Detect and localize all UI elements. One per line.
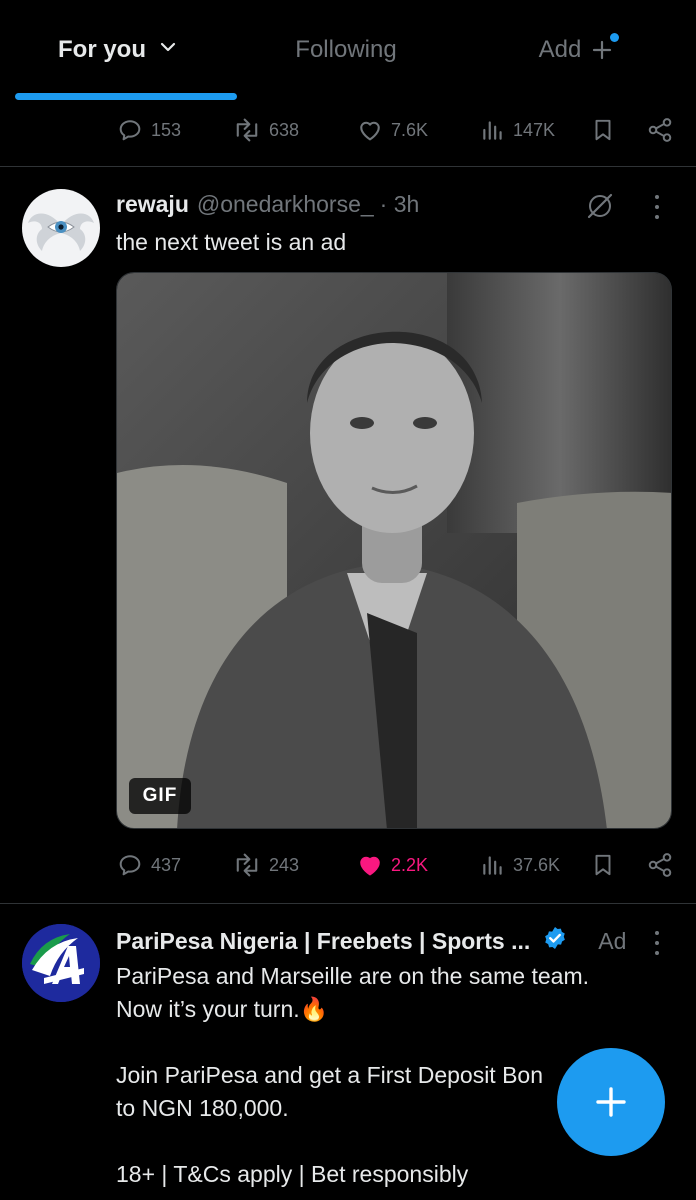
repost-icon: [236, 118, 258, 142]
ad-text-line-4: to NGN 180,000.: [116, 1095, 289, 1121]
ad-text-line-1: PariPesa and Marseille are on the same t…: [116, 963, 590, 989]
grok-icon[interactable]: [584, 190, 616, 222]
views-button[interactable]: 37.6K: [480, 851, 590, 879]
avatar[interactable]: [22, 189, 100, 267]
author-handle[interactable]: @onedarkhorse_: [197, 191, 374, 218]
reply-count: 437: [151, 854, 182, 875]
reply-icon: [119, 855, 141, 876]
tweet-header: rewaju @onedarkhorse_ · 3h: [116, 188, 419, 220]
ad-text-line-3: Join PariPesa and get a First Deposit Bo…: [116, 1062, 544, 1088]
views-count: 37.6K: [513, 854, 561, 875]
views-button[interactable]: 147K: [480, 116, 590, 144]
reply-icon: [119, 120, 141, 141]
reply-button[interactable]: 437: [116, 851, 232, 879]
views-count: 147K: [513, 119, 556, 140]
reply-button[interactable]: 153: [116, 116, 232, 144]
tweet-actions: 437 243 2.2K 37.6K: [116, 845, 676, 885]
bookmark-icon: [595, 119, 611, 141]
repost-count: 243: [269, 854, 300, 875]
repost-button[interactable]: 243: [232, 851, 356, 879]
timeline-tabs: For you Following Add: [0, 0, 696, 100]
repost-button[interactable]: 638: [232, 116, 356, 144]
more-icon[interactable]: [647, 192, 667, 222]
views-icon: [483, 121, 502, 140]
tab-add-label: Add: [538, 36, 582, 63]
repost-icon: [236, 853, 258, 877]
tab-following[interactable]: Following: [236, 0, 456, 100]
repost-count: 638: [269, 119, 300, 140]
notification-dot: [610, 33, 620, 42]
ad-label: Ad: [598, 927, 627, 954]
share-icon: [648, 853, 672, 877]
tweet-text: the next tweet is an ad: [116, 229, 347, 255]
chevron-down-icon[interactable]: [158, 36, 178, 64]
verified-icon: [542, 925, 568, 957]
tweet-media-gif[interactable]: GIF: [116, 272, 672, 829]
plus-icon: [591, 33, 620, 61]
ad-text-line-5: 18+ | T&Cs apply | Bet responsibly: [116, 1161, 469, 1187]
bookmark-icon: [595, 854, 611, 876]
active-tab-indicator: [15, 93, 237, 100]
author-name[interactable]: rewaju: [116, 191, 189, 218]
tweet-header: PariPesa Nigeria | Freebets | Sports ...…: [116, 925, 626, 957]
like-button[interactable]: 2.2K: [356, 851, 480, 879]
ad-text-line-2: Now it’s your turn.🔥: [116, 996, 329, 1022]
views-icon: [483, 856, 502, 875]
reply-count: 153: [151, 119, 182, 140]
share-button[interactable]: [646, 116, 676, 144]
prev-tweet-actions: 153 638 7.6K 147K: [116, 110, 676, 150]
compose-icon: [596, 1087, 626, 1117]
tab-add[interactable]: Add: [456, 0, 696, 100]
like-button[interactable]: 7.6K: [356, 116, 480, 144]
heart-icon: [360, 121, 380, 141]
tab-for-you-label: For you: [58, 36, 146, 63]
share-button[interactable]: [646, 851, 676, 879]
avatar[interactable]: [22, 924, 100, 1002]
bookmark-button[interactable]: [590, 851, 646, 879]
like-count: 2.2K: [391, 854, 429, 875]
tab-following-label: Following: [295, 36, 397, 63]
share-icon: [648, 118, 672, 142]
tweet-time: · 3h: [379, 190, 420, 217]
heart-icon: [360, 856, 380, 876]
author-name[interactable]: PariPesa Nigeria | Freebets | Sports ...: [116, 928, 530, 955]
gif-badge: GIF: [129, 778, 191, 814]
bookmark-button[interactable]: [590, 116, 646, 144]
tab-for-you[interactable]: For you: [0, 0, 236, 100]
divider: [0, 903, 696, 904]
like-count: 7.6K: [391, 119, 429, 140]
compose-button[interactable]: [557, 1048, 665, 1156]
divider: [0, 166, 696, 167]
more-icon[interactable]: [647, 928, 667, 958]
